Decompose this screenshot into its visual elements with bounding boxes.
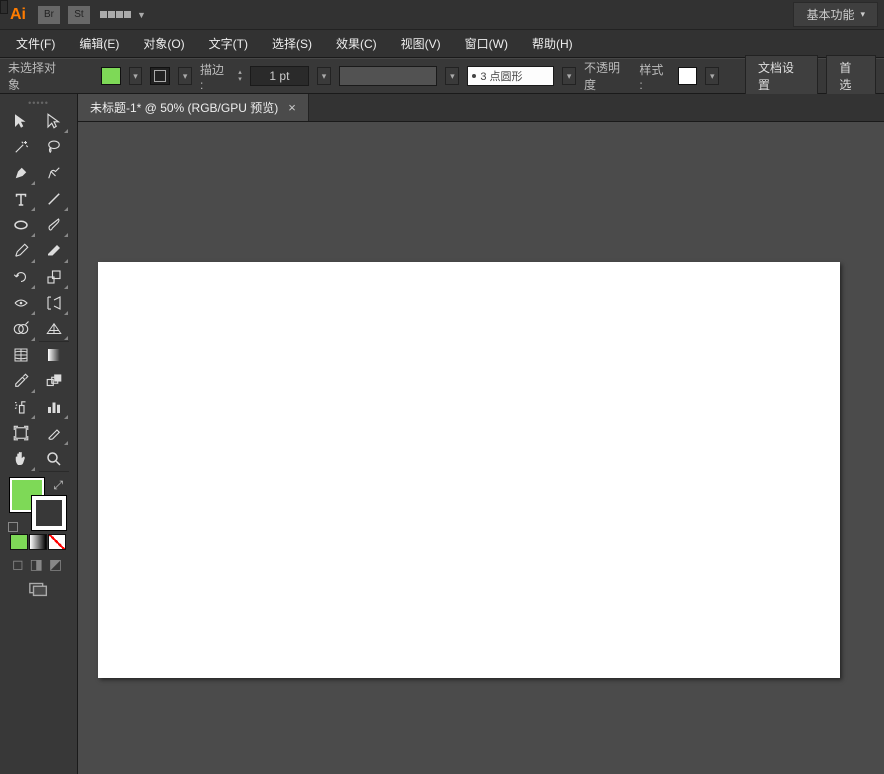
selection-tool[interactable] <box>6 108 36 134</box>
stroke-dropdown[interactable]: ▾ <box>178 67 192 85</box>
draw-normal-icon[interactable]: ◻ <box>12 556 24 573</box>
menu-help[interactable]: 帮助(H) <box>522 31 583 56</box>
paintbrush-tool[interactable] <box>39 212 69 238</box>
lasso-tool[interactable] <box>39 134 69 160</box>
rotate-tool[interactable] <box>6 264 36 290</box>
fill-stroke-control: ⤢ <box>6 476 71 532</box>
zoom-tool[interactable] <box>39 446 69 472</box>
magic-wand-tool[interactable] <box>6 134 36 160</box>
document-tabs: 未标题-1* @ 50% (RGB/GPU 预览) × <box>78 94 884 122</box>
brush-definition[interactable]: 3 点圆形 <box>467 66 554 86</box>
workspace-label: 基本功能 <box>806 6 854 23</box>
drawing-mode-row: ◻ ◨ ◩ <box>6 556 71 573</box>
menu-window[interactable]: 窗口(W) <box>455 31 518 56</box>
stroke-weight-dropdown[interactable]: ▾ <box>317 67 331 85</box>
bridge-icon[interactable]: Br <box>38 6 60 24</box>
menu-view[interactable]: 视图(V) <box>391 31 451 56</box>
artboard[interactable] <box>98 262 840 678</box>
column-graph-tool[interactable] <box>39 394 69 420</box>
document-tab-title: 未标题-1* @ 50% (RGB/GPU 预览) <box>90 99 278 116</box>
type-tool[interactable] <box>6 186 36 212</box>
menu-type[interactable]: 文字(T) <box>199 31 258 56</box>
menu-effect[interactable]: 效果(C) <box>326 31 387 56</box>
menu-select[interactable]: 选择(S) <box>262 31 322 56</box>
fill-dropdown[interactable]: ▾ <box>129 67 143 85</box>
direct-selection-tool[interactable] <box>39 108 69 134</box>
chevron-down-icon[interactable]: ▼ <box>137 10 146 20</box>
variable-width-profile[interactable] <box>339 66 438 86</box>
blend-tool[interactable] <box>39 368 69 394</box>
draw-inside-icon[interactable]: ◩ <box>49 556 62 573</box>
symbol-sprayer-tool[interactable] <box>6 394 36 420</box>
arrange-documents-icon[interactable] <box>100 11 131 18</box>
width-tool[interactable] <box>6 290 36 316</box>
stock-icon[interactable]: St <box>68 6 90 24</box>
style-label: 样式 : <box>639 61 669 92</box>
color-mode-gradient[interactable] <box>29 534 47 550</box>
color-mode-row <box>6 534 71 550</box>
artboard-tool[interactable] <box>6 420 36 446</box>
opacity-label[interactable]: 不透明度 <box>584 59 631 93</box>
free-transform-tool[interactable] <box>39 290 69 316</box>
stroke-color-swatch[interactable] <box>150 67 170 85</box>
brush-dropdown[interactable]: ▾ <box>562 67 576 85</box>
menu-object[interactable]: 对象(O) <box>133 31 194 56</box>
control-bar: 未选择对象 ▾ ▾ 描边 : ▴ ▾ 1 pt ▾ ▾ 3 点圆形 ▾ 不透明度… <box>0 58 884 94</box>
preferences-button[interactable]: 首选 <box>826 55 876 97</box>
scale-tool[interactable] <box>39 264 69 290</box>
screen-mode-button[interactable] <box>6 581 71 597</box>
selection-status: 未选择对象 <box>8 59 67 93</box>
eyedropper-tool[interactable] <box>6 368 36 394</box>
graphic-style-swatch[interactable] <box>678 67 698 85</box>
pencil-tool[interactable] <box>6 238 36 264</box>
app-logo-icon: Ai <box>6 6 30 24</box>
document-tab[interactable]: 未标题-1* @ 50% (RGB/GPU 预览) × <box>78 94 309 121</box>
variable-width-dropdown[interactable]: ▾ <box>445 67 459 85</box>
menu-bar: 文件(F) 编辑(E) 对象(O) 文字(T) 选择(S) 效果(C) 视图(V… <box>0 30 884 58</box>
default-fill-stroke-icon[interactable] <box>8 522 18 532</box>
main-area: ••••• <box>0 94 884 774</box>
stroke-weight-input[interactable]: 1 pt <box>250 66 309 86</box>
line-tool[interactable] <box>39 186 69 212</box>
color-mode-none[interactable] <box>48 534 66 550</box>
menu-file[interactable]: 文件(F) <box>6 31 65 56</box>
panel-grip-icon[interactable]: ••••• <box>6 98 71 108</box>
application-bar: Ai Br St ▼ 基本功能 ▾ <box>0 0 884 30</box>
close-icon[interactable]: × <box>288 100 296 115</box>
panel-collapse-tab[interactable] <box>0 0 8 14</box>
document-area: 未标题-1* @ 50% (RGB/GPU 预览) × <box>78 94 884 774</box>
chevron-down-icon: ▾ <box>860 9 865 20</box>
style-dropdown[interactable]: ▾ <box>705 67 719 85</box>
stroke-weight-label: 描边 : <box>200 61 230 92</box>
curvature-tool[interactable] <box>39 160 69 186</box>
stroke-swatch[interactable] <box>32 496 66 530</box>
gradient-tool[interactable] <box>39 342 69 368</box>
canvas[interactable] <box>78 122 884 774</box>
workspace-switcher[interactable]: 基本功能 ▾ <box>793 2 878 27</box>
tools-panel: ••••• <box>0 94 78 774</box>
menu-edit[interactable]: 编辑(E) <box>69 31 129 56</box>
pen-tool[interactable] <box>6 160 36 186</box>
eraser-tool[interactable] <box>39 238 69 264</box>
shape-builder-tool[interactable] <box>6 316 36 342</box>
fill-color-swatch[interactable] <box>101 67 121 85</box>
color-mode-solid[interactable] <box>10 534 28 550</box>
draw-behind-icon[interactable]: ◨ <box>30 556 43 573</box>
swap-fill-stroke-icon[interactable]: ⤢ <box>53 478 63 493</box>
hand-tool[interactable] <box>6 446 36 472</box>
slice-tool[interactable] <box>39 420 69 446</box>
perspective-tool[interactable] <box>39 316 69 342</box>
ellipse-tool[interactable] <box>6 212 36 238</box>
brush-definition-label: 3 点圆形 <box>480 68 522 84</box>
document-setup-button[interactable]: 文档设置 <box>745 55 818 97</box>
mesh-tool[interactable] <box>6 342 36 368</box>
